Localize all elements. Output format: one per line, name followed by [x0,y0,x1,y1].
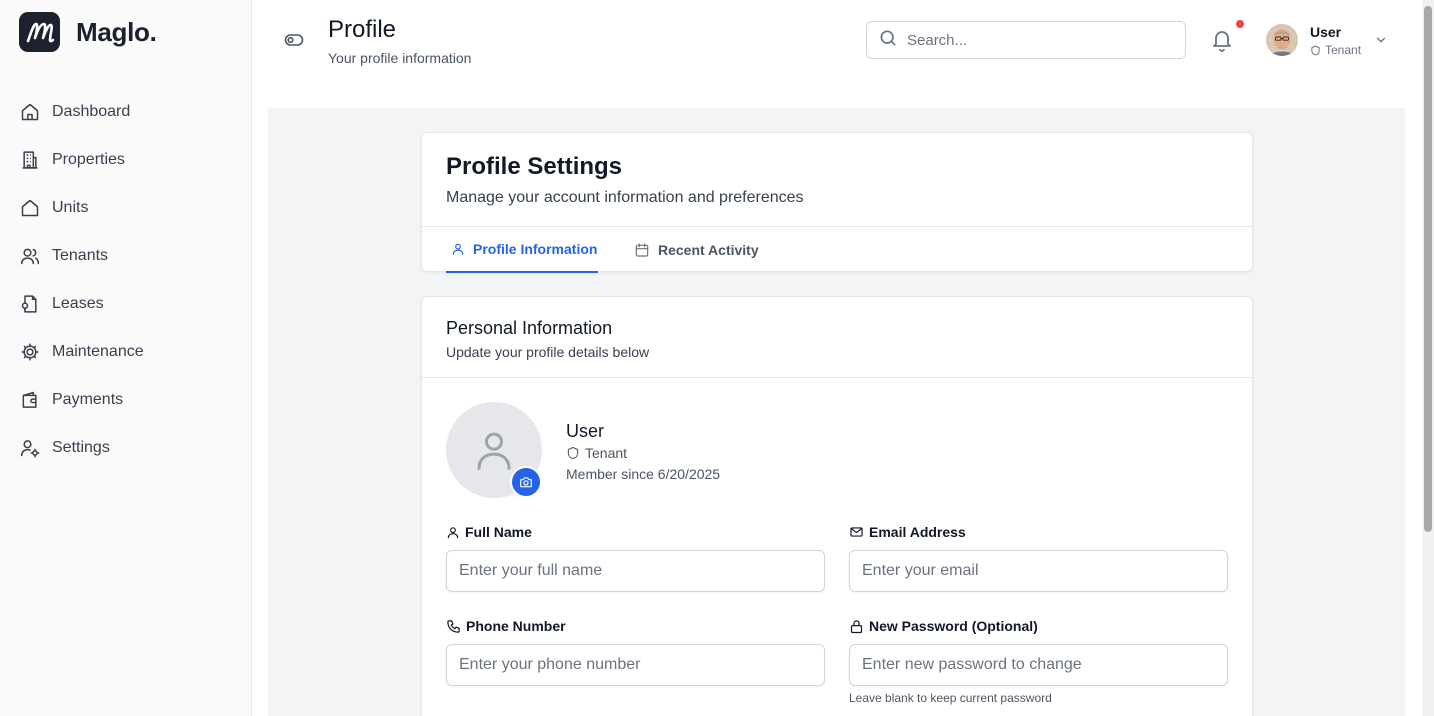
email-field[interactable] [849,550,1228,592]
page-title: Profile [328,16,397,43]
sidebar-item-payments[interactable]: Payments [0,376,251,424]
sidebar-item-tenants[interactable]: Tenants [0,232,251,280]
password-label: New Password (Optional) [849,618,1038,634]
sidebar-item-label: Dashboard [52,103,131,120]
sidebar-item-dashboard[interactable]: Dashboard [0,88,251,136]
profile-name: User [566,421,605,441]
shield-icon [1311,45,1320,55]
sidebar-toggle-icon[interactable] [284,31,304,49]
home-icon [20,198,40,218]
camera-icon [520,477,532,488]
notification-dot [1236,20,1244,28]
sidebar-item-leases[interactable]: Leases [0,280,251,328]
tab-recent-activity[interactable]: Recent Activity [634,227,759,273]
shield-icon [567,446,579,460]
profile-settings-card: Profile Settings Manage your account inf… [421,132,1253,273]
sidebar-nav: Dashboard Properties Units Tenants Lease… [0,88,251,472]
brand-logo[interactable]: Maglo. [19,12,157,52]
email-label: Email Address [849,524,966,540]
profile-settings-subtitle: Manage your account information and pref… [446,189,804,206]
file-icon [20,294,40,314]
sidebar-item-label: Settings [52,439,110,456]
user-icon [452,243,464,255]
profile-role: Tenant [566,445,627,461]
user-placeholder-icon [477,432,511,470]
search-input[interactable] [907,31,1167,49]
sidebar-item-units[interactable]: Units [0,184,251,232]
sidebar-item-label: Maintenance [52,343,144,360]
gear-icon [20,342,40,362]
sidebar-item-maintenance[interactable]: Maintenance [0,328,251,376]
bell-icon[interactable] [1210,28,1234,52]
building-icon [20,150,40,170]
password-hint: Leave blank to keep current password [849,691,1052,705]
phone-label: Phone Number [446,618,566,634]
logo-icon [19,12,60,52]
sidebar-item-label: Payments [52,391,124,408]
tab-profile-information[interactable]: Profile Information [446,227,598,273]
brand-name: Maglo. [76,16,157,47]
tab-bar: Profile Information Recent Activity [422,226,1252,273]
page-subtitle: Your profile information [328,50,472,66]
change-photo-button[interactable] [510,466,542,498]
full-name-label: Full Name [446,524,532,540]
sidebar-item-label: Leases [52,295,104,312]
sidebar-item-label: Tenants [52,247,109,264]
profile-settings-title: Profile Settings [446,153,623,180]
user-icon [447,526,459,538]
wallet-icon [20,390,40,410]
member-since: Member since 6/20/2025 [566,466,721,482]
chevron-down-icon [1374,33,1388,47]
mail-icon [850,527,863,537]
avatar [1266,24,1298,56]
phone-icon [447,619,460,633]
divider [422,377,1252,378]
search-box [866,21,1186,59]
new-password-field[interactable] [849,644,1228,686]
user-menu[interactable]: User Tenant [1266,22,1388,60]
user-name: User [1310,24,1342,40]
full-name-field[interactable] [446,550,825,592]
users-icon [20,246,40,266]
personal-information-subtitle: Update your profile details below [446,344,650,360]
top-header: Profile Your profile information User [252,0,1422,80]
main-content: Profile Settings Manage your account inf… [268,108,1405,716]
sidebar-item-properties[interactable]: Properties [0,136,251,184]
lock-icon [850,619,863,633]
sidebar-item-label: Units [52,199,89,216]
sidebar: Maglo. Dashboard Properties Units Tenant… [0,0,252,716]
sidebar-item-label: Properties [52,151,125,168]
search-icon [878,28,898,53]
scrollbar-thumb[interactable] [1424,6,1432,532]
calendar-icon [635,243,649,257]
home-icon [20,102,40,122]
personal-information-title: Personal Information [446,318,613,338]
user-role: Tenant [1310,43,1361,57]
personal-information-card: Personal Information Update your profile… [421,296,1253,716]
phone-field[interactable] [446,644,825,686]
user-settings-icon [20,438,40,458]
sidebar-item-settings[interactable]: Settings [0,424,251,472]
